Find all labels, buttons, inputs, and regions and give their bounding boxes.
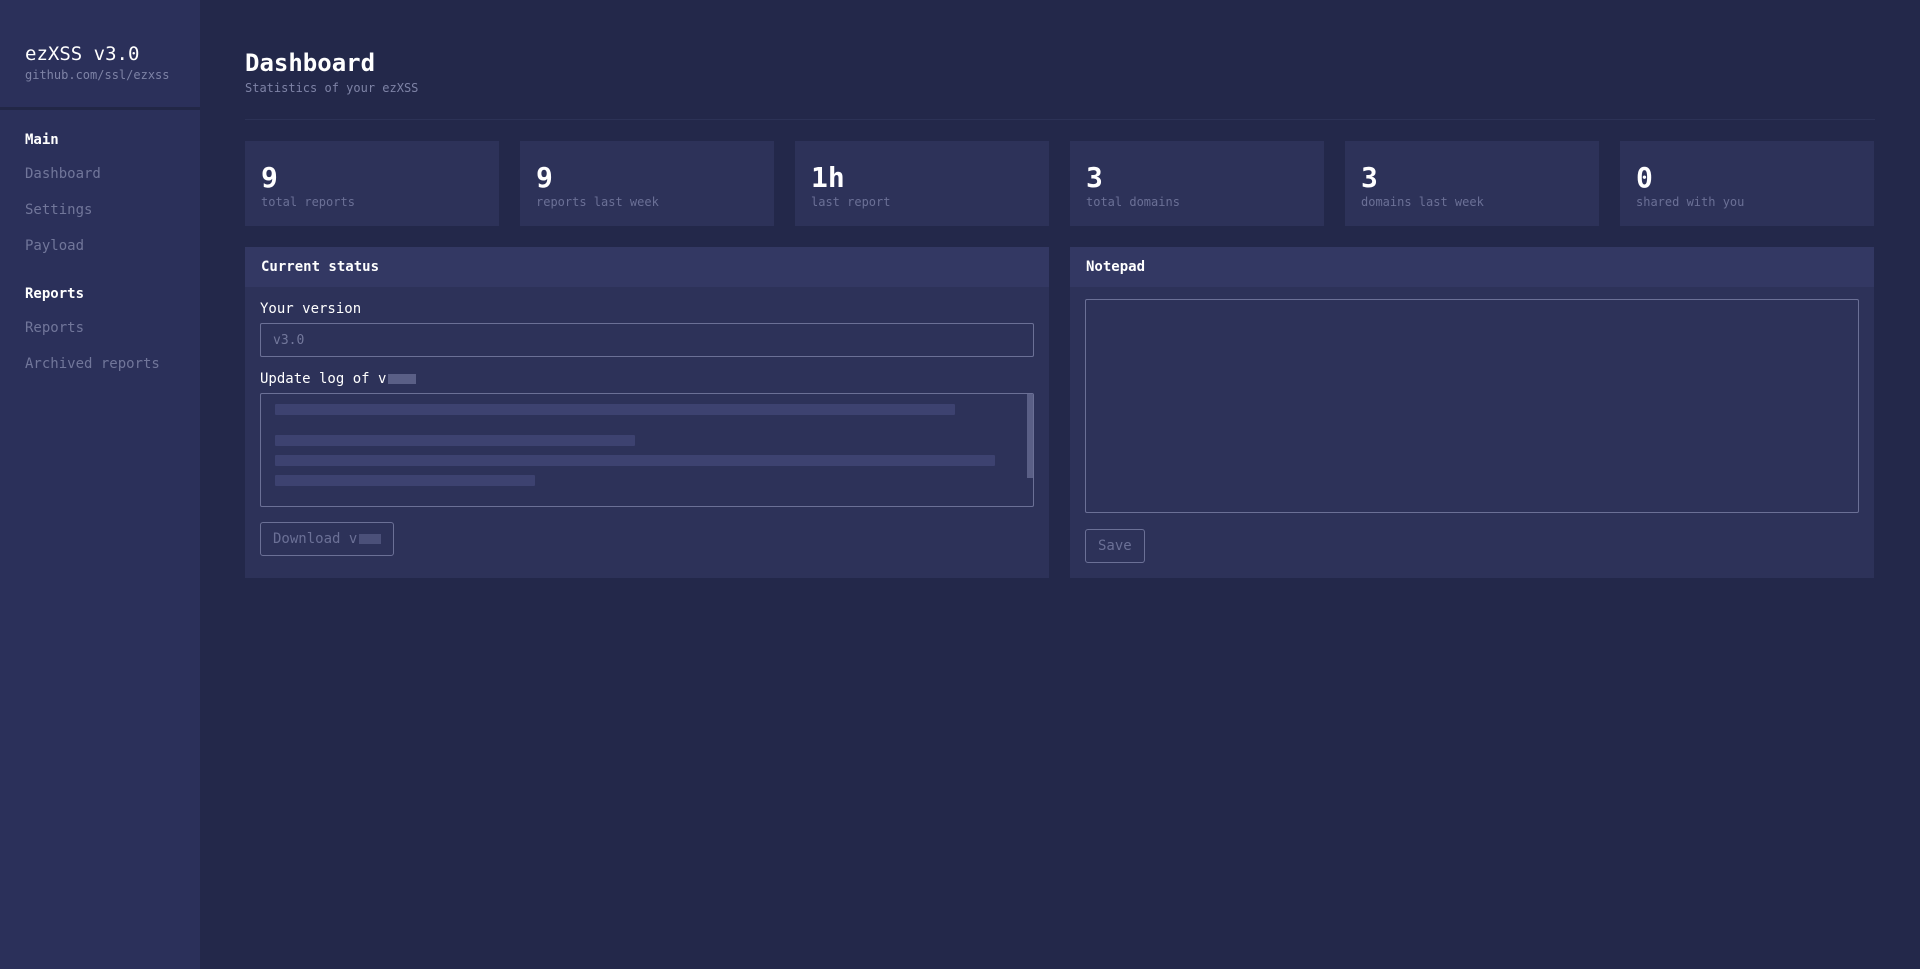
- stat-card-total-domains: 3 total domains: [1070, 141, 1324, 226]
- stat-card-shared-with-you: 0 shared with you: [1620, 141, 1874, 226]
- panel-title: Current status: [245, 247, 1049, 287]
- stat-card-total-reports: 9 total reports: [245, 141, 499, 226]
- stat-value: 9: [536, 161, 553, 194]
- update-log-box[interactable]: [260, 393, 1034, 507]
- stat-card-last-report: 1h last report: [795, 141, 1049, 226]
- stat-label: domains last week: [1361, 195, 1484, 209]
- nav-heading-main: Main: [25, 132, 59, 148]
- redacted-line: [275, 404, 955, 415]
- download-button-label: Download v: [273, 531, 358, 547]
- sidebar-item-dashboard[interactable]: Dashboard: [25, 156, 175, 192]
- redacted-version: [359, 534, 382, 544]
- nav-heading-reports: Reports: [25, 286, 85, 302]
- stat-card-domains-last-week: 3 domains last week: [1345, 141, 1599, 226]
- update-log-label: Update log of v: [260, 371, 1034, 387]
- stat-value: 1h: [811, 161, 845, 194]
- stat-value: 9: [261, 161, 278, 194]
- page-header: Dashboard Statistics of your ezXSS: [245, 0, 1875, 120]
- sidebar-item-archived-reports[interactable]: Archived reports: [25, 346, 175, 382]
- redacted-line: [275, 475, 535, 486]
- current-status-panel: Current status Your version Update log o…: [245, 247, 1049, 578]
- panels-row: Current status Your version Update log o…: [245, 247, 1875, 578]
- brand-subtitle: github.com/ssl/ezxss: [25, 68, 170, 82]
- stat-value: 3: [1361, 161, 1378, 194]
- stat-card-reports-last-week: 9 reports last week: [520, 141, 774, 226]
- stat-value: 0: [1636, 161, 1653, 194]
- redacted-line: [275, 435, 635, 446]
- nav-section-main: Main Dashboard Settings Payload: [0, 132, 200, 264]
- update-log-label-text: Update log of v: [260, 371, 387, 387]
- sidebar-item-reports[interactable]: Reports: [25, 310, 175, 346]
- notepad-textarea[interactable]: [1085, 299, 1859, 513]
- stat-label: total reports: [261, 195, 355, 209]
- main-content: Dashboard Statistics of your ezXSS 9 tot…: [200, 0, 1920, 969]
- panel-body: Save: [1070, 287, 1874, 578]
- panel-title: Notepad: [1070, 247, 1874, 287]
- stat-label: last report: [811, 195, 891, 209]
- stat-value: 3: [1086, 161, 1103, 194]
- page-subtitle: Statistics of your ezXSS: [245, 81, 419, 95]
- redacted-line: [275, 455, 995, 466]
- sidebar: ezXSS v3.0 github.com/ssl/ezxss Main Das…: [0, 0, 200, 969]
- notepad-panel: Notepad Save: [1070, 247, 1874, 578]
- stats-row: 9 total reports 9 reports last week 1h l…: [245, 141, 1875, 226]
- version-label: Your version: [260, 301, 362, 317]
- sidebar-item-settings[interactable]: Settings: [25, 192, 175, 228]
- download-button[interactable]: Download v: [260, 522, 395, 556]
- panel-body: Your version Update log of v Download v: [245, 287, 1049, 571]
- brand-title: ezXSS v3.0: [25, 43, 140, 65]
- brand: ezXSS v3.0 github.com/ssl/ezxss: [0, 0, 200, 110]
- stat-label: reports last week: [536, 195, 659, 209]
- stat-label: shared with you: [1636, 195, 1745, 209]
- redacted-version: [388, 374, 417, 384]
- sidebar-item-payload[interactable]: Payload: [25, 228, 175, 264]
- nav-section-reports: Reports Reports Archived reports: [0, 286, 200, 382]
- app: ezXSS v3.0 github.com/ssl/ezxss Main Das…: [0, 0, 1920, 969]
- stat-label: total domains: [1086, 195, 1180, 209]
- version-field[interactable]: [260, 323, 1034, 357]
- page-title: Dashboard: [245, 49, 376, 77]
- save-button[interactable]: Save: [1085, 529, 1145, 563]
- scrollbar[interactable]: [1027, 394, 1033, 478]
